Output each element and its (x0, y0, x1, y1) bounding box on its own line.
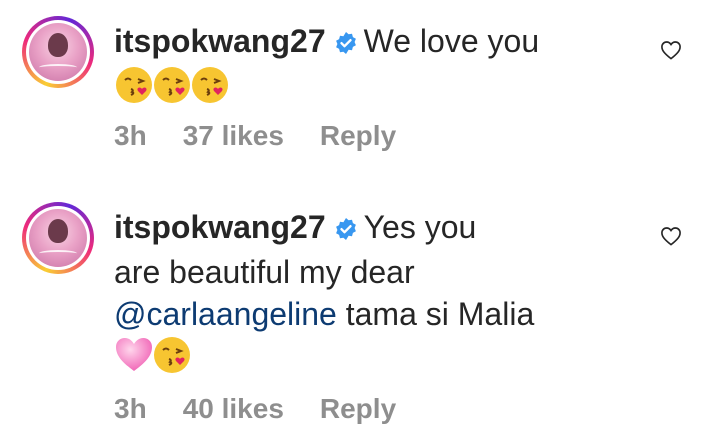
kissing-face-emoji (190, 65, 230, 114)
comment-item: itspokwang27 We love you 3h 37 likes Rep… (0, 0, 718, 200)
mention-link[interactable]: @carlaangeline (114, 296, 337, 332)
emoji-row (114, 65, 654, 105)
heart-outline-icon[interactable] (660, 40, 682, 60)
kissing-face-emoji (114, 65, 154, 114)
kissing-face-emoji (152, 335, 192, 384)
comment-text: Yes you (363, 209, 477, 245)
comment-text-line: are beautiful my dear (114, 254, 415, 290)
comment-time: 3h (114, 120, 147, 151)
like-count[interactable]: 37 likes (183, 120, 284, 152)
comment-meta: 3h 40 likes Reply (114, 393, 432, 425)
avatar[interactable] (22, 202, 94, 274)
verified-badge-icon (334, 209, 358, 251)
comment-time: 3h (114, 393, 147, 424)
reply-button[interactable]: Reply (320, 120, 396, 152)
pink-heart-emoji (114, 335, 154, 384)
emoji-row (114, 335, 654, 375)
heart-outline-icon[interactable] (660, 226, 682, 246)
avatar[interactable] (22, 16, 94, 88)
comment-text: tama si Malia (345, 296, 535, 332)
comment-item: itspokwang27 Yes you are beautiful my de… (0, 200, 718, 443)
comment-username[interactable]: itspokwang27 (114, 209, 326, 245)
comment-username[interactable]: itspokwang27 (114, 23, 326, 59)
comment-body: itspokwang27 Yes you are beautiful my de… (114, 206, 654, 375)
comment-body: itspokwang27 We love you (114, 20, 654, 105)
like-count[interactable]: 40 likes (183, 393, 284, 425)
verified-badge-icon (334, 23, 358, 65)
reply-button[interactable]: Reply (320, 393, 396, 425)
kissing-face-emoji (152, 65, 192, 114)
comment-meta: 3h 37 likes Reply (114, 120, 432, 152)
comment-text: We love you (363, 23, 540, 59)
